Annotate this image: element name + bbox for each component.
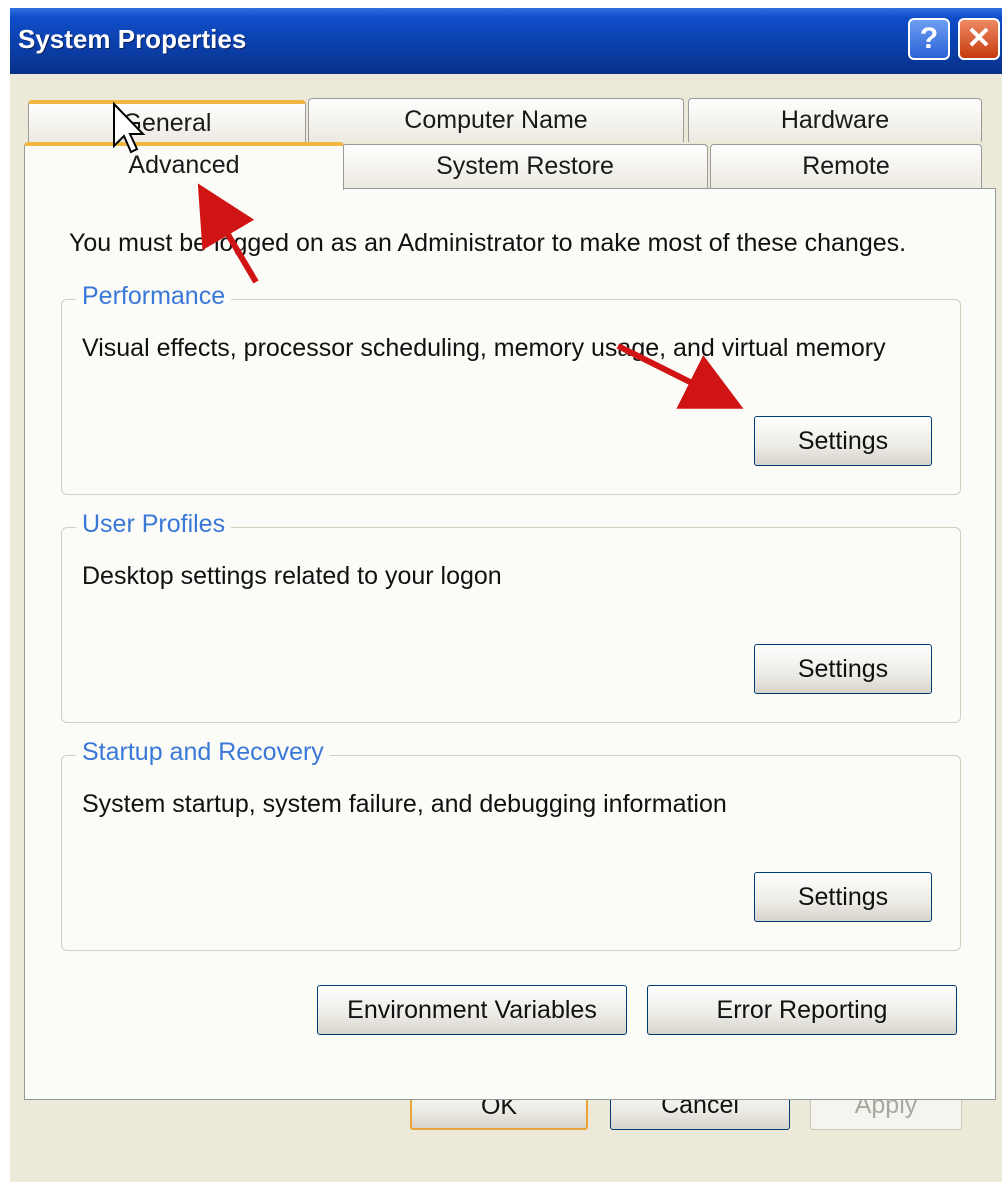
tab-advanced[interactable]: Advanced [24,142,344,190]
error-reporting-button[interactable]: Error Reporting [647,985,957,1035]
startup-recovery-title: Startup and Recovery [76,738,330,767]
user-profiles-group: User Profiles Desktop settings related t… [61,510,961,723]
user-profiles-description: Desktop settings related to your logon [82,562,502,590]
performance-group: Performance Visual effects, processor sc… [61,282,961,495]
startup-recovery-description: System startup, system failure, and debu… [82,790,727,818]
tab-general[interactable]: General [28,100,306,144]
tab-computer-name-label: Computer Name [404,106,588,134]
user-profiles-settings-button[interactable]: Settings [754,644,932,694]
system-properties-window: System Properties ? ✕ General Computer N… [10,8,1002,1182]
window-title: System Properties [18,24,247,54]
performance-description: Visual effects, processor scheduling, me… [82,334,886,362]
tab-remote[interactable]: Remote [710,144,982,188]
tab-system-restore-label: System Restore [436,152,614,180]
tab-hardware-label: Hardware [780,106,890,134]
advanced-tab-panel: You must be logged on as an Administrato… [24,188,996,1100]
help-button[interactable]: ? [908,18,950,60]
tab-hardware[interactable]: Hardware [688,98,982,142]
performance-title: Performance [76,282,232,311]
title-bar[interactable]: System Properties ? ✕ [10,8,1002,74]
user-profiles-title: User Profiles [76,510,232,539]
tab-remote-label: Remote [802,152,890,180]
admin-note: You must be logged on as an Administrato… [69,229,907,257]
environment-variables-button[interactable]: Environment Variables [317,985,627,1035]
tab-computer-name[interactable]: Computer Name [308,98,684,142]
tab-system-restore[interactable]: System Restore [342,144,708,188]
startup-recovery-settings-button[interactable]: Settings [754,872,932,922]
close-button[interactable]: ✕ [958,18,1000,60]
tab-advanced-label: Advanced [128,151,240,179]
tab-general-label: General [122,109,212,137]
performance-settings-button[interactable]: Settings [754,416,932,466]
startup-recovery-group: Startup and Recovery System startup, sys… [61,738,961,951]
